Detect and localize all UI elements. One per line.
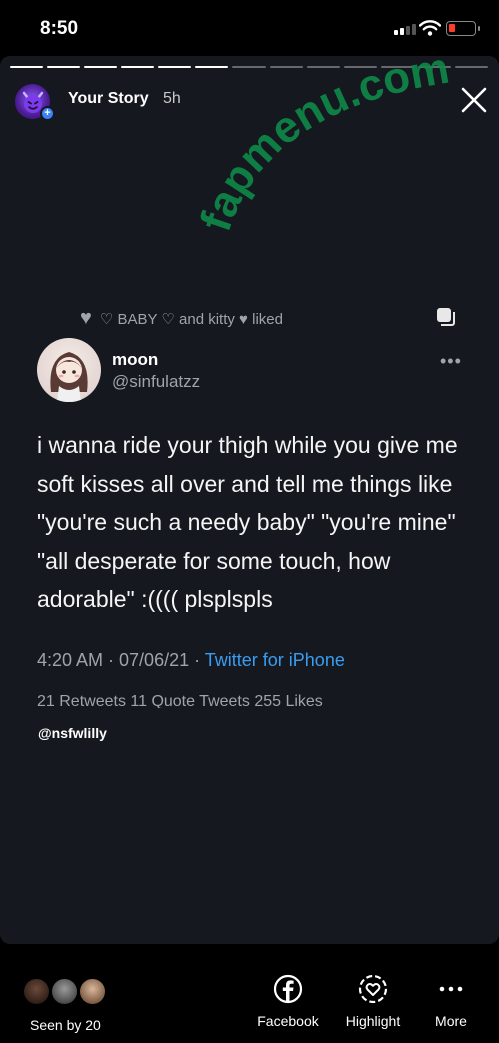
facebook-share-button[interactable]: Facebook bbox=[243, 974, 333, 1029]
viewer-avatar bbox=[78, 977, 107, 1006]
viewer-avatar bbox=[22, 977, 51, 1006]
status-bar: 8:50 bbox=[0, 0, 499, 56]
highlight-button[interactable]: Highlight bbox=[328, 974, 418, 1029]
heart-icon: ♥ bbox=[80, 307, 92, 329]
svg-text:fapmenu.com: fapmenu.com bbox=[200, 56, 453, 237]
mention-sticker[interactable]: @nsfwlilly bbox=[38, 725, 107, 741]
more-dots-icon bbox=[439, 986, 463, 992]
tweet-source: Twitter for iPhone bbox=[204, 650, 345, 670]
copy-icon bbox=[437, 308, 455, 326]
story-viewer[interactable]: + Your Story 5h fapmenu.com ♥ ♡ BABY ♡ a… bbox=[0, 56, 499, 944]
tweet-stats: 21 Retweets 11 Quote Tweets 255 Likes bbox=[37, 693, 323, 708]
seen-by-count[interactable]: Seen by 20 bbox=[30, 1017, 101, 1033]
cellular-signal-icon bbox=[394, 24, 416, 35]
progress-segment bbox=[84, 66, 118, 68]
status-time: 8:50 bbox=[40, 18, 79, 39]
tweet-timestamp: 4:20 AM · 07/06/21 · bbox=[37, 650, 205, 670]
highlight-heart-icon bbox=[358, 974, 388, 1004]
watermark-text: fapmenu.com bbox=[200, 56, 453, 237]
story-footer: Seen by 20 Facebook Highlight More bbox=[0, 944, 499, 1043]
more-button[interactable]: More bbox=[406, 974, 496, 1029]
facebook-icon bbox=[273, 974, 303, 1004]
facebook-label: Facebook bbox=[257, 1013, 319, 1029]
tweet-author-handle: @sinfulatzz bbox=[112, 372, 201, 391]
progress-segment bbox=[47, 66, 81, 68]
tweet-text: i wanna ride your thigh while you give m… bbox=[37, 432, 458, 612]
add-story-plus-icon[interactable]: + bbox=[40, 106, 55, 121]
progress-segment bbox=[10, 66, 44, 68]
wifi-icon bbox=[419, 20, 441, 36]
tweet-author-avatar bbox=[37, 338, 101, 402]
tweet-card: ♥ ♡ BABY ♡ and kitty ♥ liked moon @sinfu… bbox=[30, 293, 470, 708]
battery-icon bbox=[446, 21, 480, 36]
viewer-avatar bbox=[50, 977, 79, 1006]
progress-segment bbox=[158, 66, 192, 68]
more-label: More bbox=[435, 1013, 467, 1029]
viewer-avatars[interactable] bbox=[22, 977, 112, 1007]
highlight-label: Highlight bbox=[345, 1013, 401, 1029]
liked-by-row: ♥ ♡ BABY ♡ and kitty ♥ liked bbox=[80, 307, 283, 330]
liked-by-text: ♡ BABY ♡ and kitty ♥ liked bbox=[99, 310, 283, 328]
tweet-author-name: moon bbox=[112, 350, 159, 369]
tweet-meta: 4:20 AM · 07/06/21 · Twitter for iPhone bbox=[37, 650, 345, 671]
more-options-icon: ••• bbox=[440, 351, 462, 371]
progress-segment bbox=[121, 66, 155, 68]
story-age: 5h bbox=[163, 90, 181, 107]
watermark: fapmenu.com bbox=[200, 56, 453, 237]
story-username[interactable]: Your Story bbox=[68, 90, 149, 108]
